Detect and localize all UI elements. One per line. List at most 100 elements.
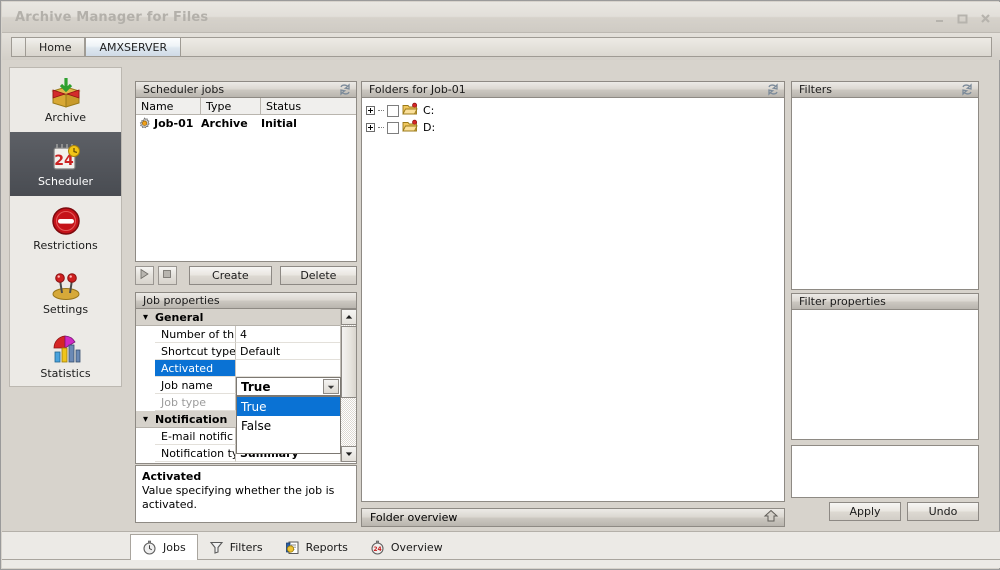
folder-drive-icon bbox=[402, 119, 418, 136]
stop-icon bbox=[161, 268, 173, 283]
tab-jobs[interactable]: Jobs bbox=[130, 534, 198, 560]
panel-title: Scheduler jobs bbox=[143, 83, 225, 96]
table-row[interactable]: Job-01 Archive Initial bbox=[136, 115, 356, 132]
right-action-buttons: Apply Undo bbox=[791, 502, 979, 521]
jobs-column-headers: Name Type Status bbox=[136, 98, 356, 115]
calendar-clock-icon: 24 bbox=[49, 140, 83, 174]
bottom-tab-bar: Jobs Filters Reports 24 Overview bbox=[2, 531, 1000, 568]
arrow-up-icon[interactable] bbox=[763, 509, 779, 526]
tree-connector bbox=[378, 110, 384, 111]
property-row-number-of-threads[interactable]: Number of th 4 bbox=[136, 326, 341, 343]
filter-properties-body[interactable] bbox=[791, 310, 979, 440]
minimize-icon[interactable] bbox=[933, 12, 946, 25]
property-value[interactable]: 4 bbox=[236, 326, 341, 343]
triangle-down-icon[interactable] bbox=[341, 446, 356, 462]
property-key: Notification ty bbox=[155, 445, 236, 462]
chevron-down-icon[interactable] bbox=[323, 379, 339, 394]
tree-item-d[interactable]: D: bbox=[366, 119, 784, 136]
folders-panel: Folders for Job-01 C: D: bbox=[361, 81, 785, 503]
sidebar-item-archive[interactable]: Archive bbox=[10, 68, 121, 132]
maximize-icon[interactable] bbox=[956, 12, 969, 25]
stopwatch-icon bbox=[142, 540, 157, 555]
property-value[interactable]: Default bbox=[236, 343, 341, 360]
chevron-down-icon[interactable]: ▾ bbox=[136, 312, 155, 323]
top-tab-strip: Home AMXSERVER bbox=[2, 33, 1000, 60]
dropdown-option-true[interactable]: True bbox=[237, 397, 340, 416]
job-type-cell: Archive bbox=[201, 117, 248, 130]
property-value[interactable] bbox=[236, 360, 341, 377]
property-key: Job name bbox=[155, 377, 236, 394]
chevron-down-icon[interactable]: ▾ bbox=[136, 414, 155, 425]
pie-bar-chart-icon bbox=[49, 332, 83, 366]
sidebar-item-restrictions[interactable]: Restrictions bbox=[10, 196, 121, 260]
sidebar-item-label: Statistics bbox=[40, 367, 91, 380]
tree-item-c[interactable]: C: bbox=[366, 102, 784, 119]
tree-checkbox[interactable] bbox=[387, 121, 399, 134]
column-header-status[interactable]: Status bbox=[261, 98, 356, 114]
pins-icon bbox=[49, 268, 83, 302]
property-row-activated[interactable]: Activated bbox=[136, 360, 341, 377]
dropdown-option-false[interactable]: False bbox=[237, 416, 340, 435]
triangle-up-icon[interactable] bbox=[341, 309, 356, 325]
scheduler-jobs-header: Scheduler jobs bbox=[135, 81, 357, 98]
folder-overview-bar[interactable]: Folder overview bbox=[361, 508, 785, 527]
job-status-cell: Initial bbox=[261, 117, 297, 130]
sidebar-item-label: Archive bbox=[44, 111, 87, 124]
property-group-general[interactable]: ▾ General bbox=[136, 309, 341, 326]
column-header-type[interactable]: Type bbox=[201, 98, 261, 114]
start-job-button[interactable] bbox=[135, 266, 154, 285]
panel-title: Filter properties bbox=[799, 295, 886, 308]
plus-icon[interactable] bbox=[366, 123, 375, 132]
property-key: Activated bbox=[155, 360, 236, 377]
tab-overview[interactable]: 24 Overview bbox=[359, 534, 454, 560]
sidebar-item-scheduler[interactable]: 24 Scheduler bbox=[10, 132, 121, 196]
report-icon bbox=[285, 540, 300, 555]
close-icon[interactable] bbox=[979, 12, 992, 25]
sidebar-item-label: Restrictions bbox=[33, 239, 98, 252]
undo-button[interactable]: Undo bbox=[907, 502, 979, 521]
sidebar-item-label: Settings bbox=[42, 303, 89, 316]
tree-checkbox[interactable] bbox=[387, 104, 399, 117]
activated-combobox[interactable]: True bbox=[236, 377, 341, 396]
apply-button[interactable]: Apply bbox=[829, 502, 901, 521]
sidebar-item-settings[interactable]: Settings bbox=[10, 260, 121, 324]
folders-header: Folders for Job-01 bbox=[361, 81, 785, 98]
tab-strip-filler bbox=[181, 37, 992, 57]
create-button[interactable]: Create bbox=[188, 266, 272, 285]
tab-label: Overview bbox=[390, 540, 443, 554]
tab-reports[interactable]: Reports bbox=[274, 534, 359, 560]
sidebar-item-statistics[interactable]: Statistics bbox=[10, 324, 121, 388]
window-controls bbox=[933, 12, 992, 25]
plus-icon[interactable] bbox=[366, 106, 375, 115]
refresh-icon[interactable] bbox=[766, 83, 780, 96]
stopwatch-red-icon: 24 bbox=[370, 540, 385, 555]
funnel-icon bbox=[209, 540, 224, 555]
stop-job-button[interactable] bbox=[157, 266, 177, 285]
tab-filters[interactable]: Filters bbox=[198, 534, 274, 560]
folder-drive-icon bbox=[402, 102, 418, 119]
application-window: Archive Manager for Files Home AMXSERVER bbox=[0, 0, 1000, 570]
tab-amxserver[interactable]: AMXSERVER bbox=[85, 37, 182, 57]
filters-list[interactable] bbox=[791, 98, 979, 290]
group-label: General bbox=[155, 310, 204, 324]
gear-icon bbox=[138, 117, 151, 130]
scheduler-jobs-panel: Scheduler jobs Name Type Status Job-01 A… bbox=[135, 81, 357, 263]
property-grid: ▾ General Number of th 4 Shortcut type D… bbox=[135, 309, 357, 464]
panel-title: Job properties bbox=[143, 294, 220, 307]
property-row-shortcut-type[interactable]: Shortcut type Default bbox=[136, 343, 341, 360]
activated-dropdown-list[interactable]: True False bbox=[236, 396, 341, 454]
refresh-icon[interactable] bbox=[960, 83, 974, 96]
column-header-name[interactable]: Name bbox=[136, 98, 201, 114]
tree-item-label: D: bbox=[423, 121, 436, 134]
property-grid-scrollbar[interactable] bbox=[340, 309, 356, 462]
refresh-icon[interactable] bbox=[338, 83, 352, 96]
property-key: Number of th bbox=[155, 326, 236, 343]
sidebar-item-label: Scheduler bbox=[37, 175, 94, 188]
property-key: Job type bbox=[155, 394, 236, 411]
delete-button[interactable]: Delete bbox=[279, 266, 358, 285]
job-properties-header: Job properties bbox=[135, 292, 357, 309]
filter-description-box bbox=[791, 445, 979, 498]
tab-home[interactable]: Home bbox=[25, 37, 86, 57]
scrollbar-thumb[interactable] bbox=[341, 326, 356, 398]
combobox-value: True bbox=[241, 379, 271, 394]
